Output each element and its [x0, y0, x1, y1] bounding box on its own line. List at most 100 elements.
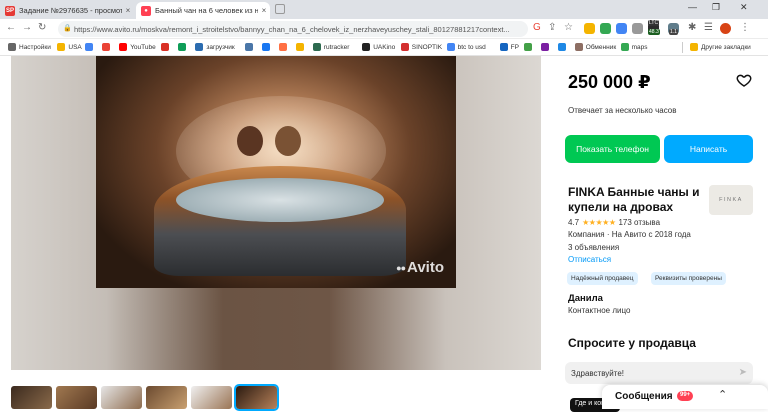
bookmark-item[interactable] — [261, 43, 273, 51]
extension-icon[interactable]: 1.1 — [668, 23, 679, 35]
show-phone-button[interactable]: Показать телефон — [565, 135, 660, 163]
watermark-text: Avito — [407, 259, 444, 276]
tab-title: Задание №2976635 - просмотр з — [19, 6, 122, 15]
people — [231, 126, 311, 171]
bookmark-icon — [620, 43, 629, 51]
profile-avatar[interactable] — [720, 23, 731, 34]
translate-icon[interactable]: G — [533, 22, 541, 33]
write-message-button[interactable]: Написать — [664, 135, 753, 163]
bookmark-star-icon[interactable]: ☆ — [564, 22, 573, 33]
send-icon[interactable]: ➤ — [739, 367, 747, 378]
bookmark-item[interactable]: btc to usd — [446, 43, 486, 51]
seller-name-link[interactable]: FINKA Банные чаны и купели на дровах — [568, 185, 706, 215]
tab-avito-listing[interactable]: ● Банный чан на 6 человек из нерж × — [136, 2, 270, 19]
bookmark-icon — [499, 43, 508, 51]
contact-name: Данила — [568, 293, 603, 304]
bookmark-item[interactable] — [278, 43, 290, 51]
bookmark-icon — [261, 43, 270, 51]
seller-company-info: Компания · На Авито с 2018 года — [568, 230, 691, 239]
messages-panel[interactable]: Сообщения 99+ ⌃ — [602, 385, 768, 409]
bookmark-icon — [178, 43, 187, 51]
bookmark-label: USA — [68, 43, 82, 51]
folder-icon — [690, 43, 698, 51]
ask-seller-input[interactable]: Здравствуйте! ➤ — [565, 362, 753, 384]
bookmark-item[interactable] — [523, 43, 535, 51]
bookmark-item[interactable]: maps — [620, 43, 648, 51]
bookmark-icon — [295, 43, 304, 51]
close-tab-icon[interactable]: × — [122, 6, 134, 15]
tab-title: Банный чан на 6 человек из нерж — [155, 6, 258, 15]
bookmark-icon — [119, 43, 128, 51]
tab-task[interactable]: SP Задание №2976635 - просмотр з × — [0, 2, 134, 19]
bookmark-item[interactable] — [540, 43, 552, 51]
minimize-icon[interactable]: — — [688, 2, 697, 12]
seller-rating[interactable]: 4.7 ★★★★★ 173 отзыва — [568, 218, 660, 227]
bookmark-item[interactable] — [85, 43, 96, 51]
share-icon[interactable]: ⇪ — [548, 22, 556, 33]
avito-favicon-icon: ● — [141, 5, 151, 16]
extension-icon[interactable] — [600, 23, 611, 34]
tab-strip: SP Задание №2976635 - просмотр з × ● Бан… — [0, 0, 768, 19]
extension-icon[interactable] — [584, 23, 595, 34]
bookmark-item[interactable] — [178, 43, 189, 51]
reading-list-icon[interactable]: ☰ — [704, 22, 713, 33]
seller-ads-count[interactable]: 3 объявления — [568, 243, 619, 252]
verified-details-badge[interactable]: Реквизиты проверены — [651, 272, 726, 285]
response-time: Отвечает за несколько часов — [568, 106, 677, 115]
bookmark-icon — [102, 43, 111, 51]
chevron-up-icon[interactable]: ⌃ — [718, 388, 727, 401]
bookmark-label: загрузчик — [206, 43, 235, 51]
bookmark-item[interactable]: UAKino — [362, 43, 395, 51]
thumbnail-selected[interactable] — [234, 384, 279, 411]
unsubscribe-link[interactable]: Отписаться — [568, 255, 611, 264]
bookmark-item[interactable]: SINOPTIK — [400, 43, 443, 51]
avito-watermark: ●● Avito — [396, 259, 444, 276]
thumbnail[interactable] — [56, 386, 97, 409]
thumbnail[interactable] — [11, 386, 52, 409]
maximize-icon[interactable]: ❐ — [712, 2, 720, 13]
bookmark-item[interactable]: загрузчик — [195, 43, 235, 51]
heart-icon[interactable] — [736, 72, 752, 88]
bookmark-item[interactable] — [244, 43, 256, 51]
bookmark-label: FP — [510, 43, 519, 51]
extension-icon[interactable] — [616, 23, 627, 34]
thumbnail[interactable] — [146, 386, 187, 409]
bookmark-label: btc to usd — [457, 43, 486, 51]
extension-icon[interactable] — [632, 23, 643, 34]
main-photo[interactable]: ●● Avito — [96, 56, 456, 288]
extensions-puzzle-icon[interactable]: ✱ — [688, 22, 696, 33]
reload-icon[interactable]: ↻ — [38, 22, 46, 33]
back-icon[interactable]: ← — [6, 22, 16, 33]
bookmark-item[interactable]: USA — [57, 43, 82, 51]
bookmark-label: SINOPTIK — [411, 43, 443, 51]
bookmark-item[interactable]: FP — [499, 43, 519, 51]
other-bookmarks[interactable]: Другие закладки — [690, 43, 751, 51]
close-tab-icon[interactable]: × — [258, 6, 270, 15]
bookmark-item[interactable]: Обменник — [574, 43, 616, 51]
ask-seller-title: Спросите у продавца — [568, 336, 696, 350]
ask-input-value: Здравствуйте! — [571, 368, 625, 378]
thumbnail[interactable] — [191, 386, 232, 409]
other-bookmarks-label: Другие закладки — [701, 43, 751, 51]
close-window-icon[interactable]: ✕ — [740, 2, 748, 13]
bookmark-item[interactable]: YouTube — [119, 43, 156, 51]
listing-page: ●● Avito 250 000 ₽ Отвечает за несколько… — [0, 56, 768, 412]
reliable-seller-badge[interactable]: Надёжный продавец — [567, 272, 638, 285]
menu-icon[interactable]: ⋮ — [740, 22, 750, 33]
bookmark-item[interactable]: rutracker — [312, 43, 349, 51]
bookmark-icon — [574, 43, 583, 51]
bookmark-item[interactable] — [295, 43, 307, 51]
new-tab-icon[interactable] — [275, 4, 285, 14]
bookmark-label: UAKino — [373, 43, 396, 51]
thumbnail[interactable] — [101, 386, 142, 409]
bookmark-item[interactable] — [161, 43, 172, 51]
bookmark-item[interactable] — [557, 43, 569, 51]
address-bar[interactable]: 🔒 https://www.avito.ru/moskva/remont_i_s… — [58, 21, 528, 37]
photo-gallery[interactable]: ●● Avito — [11, 56, 541, 370]
bookmark-item[interactable]: Настройки — [8, 43, 51, 51]
forward-icon[interactable]: → — [22, 22, 32, 33]
bookmark-icon — [8, 43, 16, 51]
bookmark-item[interactable] — [102, 43, 113, 51]
ltc-extension-icon[interactable]: LTC 48.3 — [648, 20, 660, 35]
seller-logo[interactable]: FINKA — [709, 185, 753, 215]
